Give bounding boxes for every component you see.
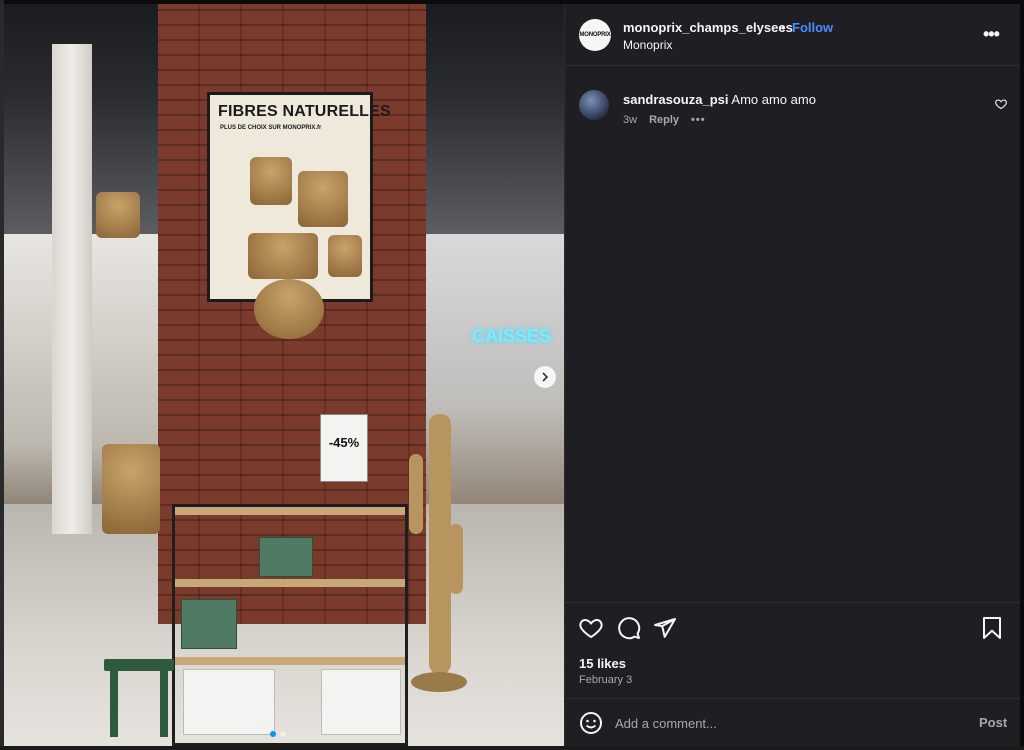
basket bbox=[250, 157, 292, 205]
price-tag: -45% bbox=[328, 435, 360, 450]
divider bbox=[565, 698, 1020, 699]
neon-sign: CAISSES bbox=[472, 326, 552, 346]
green-stool bbox=[104, 659, 174, 737]
next-image-button[interactable] bbox=[534, 366, 556, 388]
storage-box bbox=[321, 669, 401, 735]
basket bbox=[254, 279, 324, 339]
emoji-icon[interactable] bbox=[579, 711, 603, 735]
shelf-board bbox=[175, 507, 405, 515]
avatar-logo-text: MONOPRIX bbox=[579, 32, 611, 38]
storage-box bbox=[181, 599, 237, 649]
cactus-decoration bbox=[409, 414, 467, 692]
basket bbox=[328, 235, 362, 277]
carousel-dot bbox=[270, 731, 276, 737]
post-media: FIBRES NATURELLES PLUS DE CHOIX SUR MONO… bbox=[4, 4, 564, 746]
storage-box bbox=[183, 669, 275, 735]
comment-meta: 3w Reply ••• bbox=[623, 114, 706, 126]
comment-input[interactable] bbox=[615, 712, 945, 734]
separator: • bbox=[781, 20, 786, 35]
price-card: -45% bbox=[320, 414, 368, 482]
comment-body: sandrasouza_psi Amo amo amo bbox=[623, 92, 816, 107]
post-actions bbox=[579, 616, 1005, 644]
more-options-button[interactable]: ••• bbox=[983, 24, 1000, 45]
comment-time: 3w bbox=[623, 114, 638, 126]
poster-subtitle: PLUS DE CHOIX SUR MONOPRIX.fr bbox=[220, 125, 322, 131]
account-username[interactable]: monoprix_champs_elysees bbox=[623, 20, 793, 35]
store-pillar bbox=[52, 44, 92, 534]
carousel-dot bbox=[280, 731, 286, 737]
post-comment-button[interactable]: Post bbox=[979, 715, 1007, 730]
basket bbox=[298, 171, 348, 227]
comment-text: Amo amo amo bbox=[731, 92, 816, 107]
reply-button[interactable]: Reply bbox=[649, 114, 679, 126]
heart-icon[interactable] bbox=[579, 616, 603, 640]
basket bbox=[102, 444, 160, 534]
share-icon[interactable] bbox=[653, 616, 677, 640]
store-poster: FIBRES NATURELLES PLUS DE CHOIX SUR MONO… bbox=[207, 92, 391, 302]
post-date[interactable]: February 3 bbox=[579, 674, 632, 686]
carousel-indicator bbox=[270, 731, 286, 737]
bookmark-icon[interactable] bbox=[981, 616, 1003, 640]
follow-button[interactable]: Follow bbox=[792, 20, 833, 35]
likes-count[interactable]: 15 likes bbox=[579, 656, 626, 671]
basket bbox=[248, 233, 318, 279]
account-subname[interactable]: Monoprix bbox=[623, 38, 672, 52]
shelf-board bbox=[175, 657, 405, 665]
commenter-username[interactable]: sandrasouza_psi bbox=[623, 92, 729, 107]
chevron-right-icon bbox=[542, 372, 549, 382]
storage-box bbox=[259, 537, 313, 577]
comment-icon[interactable] bbox=[617, 616, 641, 640]
basket bbox=[96, 192, 140, 238]
post-header: MONOPRIX monoprix_champs_elysees • Follo… bbox=[565, 4, 1020, 66]
shelf-board bbox=[175, 579, 405, 587]
comment-item: sandrasouza_psi Amo amo amo 3w Reply ••• bbox=[579, 88, 1009, 138]
poster-title: FIBRES NATURELLES bbox=[218, 103, 391, 120]
commenter-avatar[interactable] bbox=[579, 90, 609, 120]
display-shelf bbox=[172, 504, 408, 746]
heart-icon[interactable] bbox=[995, 98, 1007, 110]
page-backdrop-bottom bbox=[0, 746, 1024, 750]
account-avatar[interactable]: MONOPRIX bbox=[579, 19, 611, 51]
post-panel: MONOPRIX monoprix_champs_elysees • Follo… bbox=[564, 4, 1020, 746]
divider bbox=[565, 602, 1020, 603]
comment-options-button[interactable]: ••• bbox=[691, 114, 706, 126]
